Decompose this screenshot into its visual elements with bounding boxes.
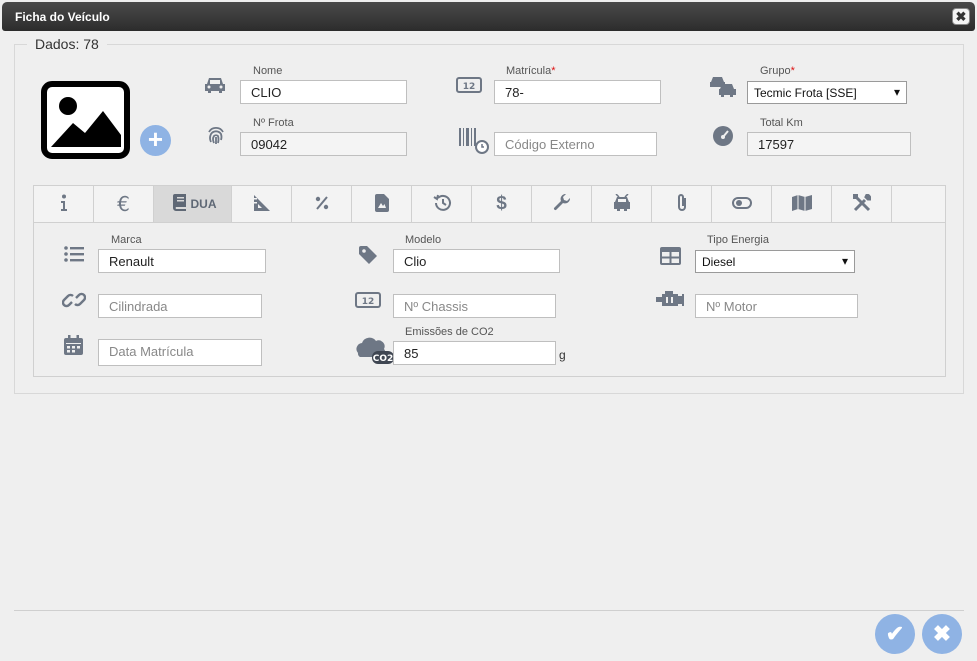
tab-history[interactable] — [412, 186, 472, 222]
tab-dimensions[interactable] — [232, 186, 292, 222]
barcode-clock-icon — [458, 127, 490, 155]
cilindrada-input[interactable]: Cilindrada — [98, 294, 262, 318]
n-frota-input[interactable]: 09042 — [240, 132, 407, 156]
emissoes-unit: g — [559, 348, 566, 362]
tab-map[interactable] — [772, 186, 832, 222]
emissoes-input[interactable]: 85 — [393, 341, 556, 365]
window-titlebar: Ficha do Veículo ✖ — [2, 2, 975, 31]
calendar-icon — [64, 335, 83, 355]
co2-cloud-icon: CO2 — [354, 335, 394, 365]
book-icon — [172, 194, 187, 214]
tab-document[interactable] — [352, 186, 412, 222]
modelo-input[interactable]: Clio — [393, 249, 560, 273]
tab-tools[interactable] — [832, 186, 892, 222]
tab-dollar[interactable]: $ — [472, 186, 532, 222]
plate-icon: 12 — [355, 292, 381, 308]
tab-toggle[interactable] — [712, 186, 772, 222]
tab-euro[interactable]: € — [94, 186, 154, 222]
matricula-input[interactable]: 78- — [494, 80, 661, 104]
paperclip-icon — [675, 193, 689, 216]
footer-divider — [14, 610, 964, 611]
tab-dua[interactable]: DUA — [154, 186, 232, 222]
tab-attachments[interactable] — [652, 186, 712, 222]
tag-icon — [359, 246, 378, 265]
link-icon — [62, 290, 86, 310]
matricula-label: Matrícula* — [506, 65, 556, 77]
tab-maintenance[interactable] — [532, 186, 592, 222]
tab-dua-label: DUA — [190, 197, 217, 211]
percent-icon — [315, 195, 329, 213]
map-icon — [791, 194, 812, 214]
dados-legend: Dados: 78 — [35, 36, 99, 52]
window-title: Ficha do Veículo — [15, 10, 110, 24]
nome-label: Nome — [253, 65, 283, 77]
close-icon: ✖ — [932, 621, 952, 646]
engine-icon — [656, 291, 684, 309]
list-icon — [64, 245, 84, 263]
speedometer-icon — [712, 125, 734, 147]
car-front-icon — [612, 192, 632, 215]
grupo-label: Grupo* — [760, 65, 795, 77]
plate-icon: 12 — [456, 77, 482, 93]
nome-input[interactable]: CLIO — [240, 80, 407, 104]
check-icon: ✔ — [885, 621, 905, 646]
wrench-icon — [553, 193, 571, 215]
grupo-selected-value: Tecmic Frota [SSE] — [754, 86, 857, 100]
svg-text:12: 12 — [362, 297, 375, 307]
svg-text:CO2: CO2 — [373, 354, 394, 364]
dollar-icon: $ — [496, 193, 507, 214]
tipo-energia-select[interactable]: Diesel ▾ — [695, 250, 855, 273]
euro-icon: € — [117, 192, 130, 216]
table-icon — [660, 247, 681, 265]
modelo-label: Modelo — [405, 234, 442, 246]
n-frota-label: Nº Frota — [253, 117, 294, 129]
codigo-externo-input[interactable]: Código Externo — [494, 132, 657, 156]
car-icon — [204, 76, 226, 94]
tipo-energia-selected-value: Diesel — [702, 255, 736, 269]
close-window-button[interactable]: ✖ — [952, 8, 970, 25]
cars-group-icon — [709, 75, 737, 97]
emissoes-label: Emissões de CO2 — [405, 326, 494, 338]
marca-label: Marca — [111, 234, 142, 246]
tab-percent[interactable] — [292, 186, 352, 222]
tipo-energia-label: Tipo Energia — [707, 234, 769, 246]
fingerprint-icon — [205, 124, 227, 146]
grupo-select[interactable]: Tecmic Frota [SSE] ▾ — [747, 81, 907, 104]
confirm-button[interactable]: ✔ — [875, 614, 915, 654]
toggle-icon — [731, 196, 752, 212]
ruler-triangle-icon — [253, 194, 271, 215]
tab-info[interactable] — [34, 186, 94, 222]
tools-icon — [852, 192, 871, 215]
info-icon — [59, 194, 69, 215]
chevron-down-icon: ▾ — [893, 85, 900, 99]
document-icon — [374, 193, 389, 215]
chevron-down-icon: ▾ — [841, 254, 848, 268]
image-placeholder-icon[interactable] — [41, 81, 130, 162]
n-chassis-input[interactable]: Nº Chassis — [393, 294, 556, 318]
history-icon — [432, 194, 452, 215]
tab-vehicle[interactable] — [592, 186, 652, 222]
n-motor-input[interactable]: Nº Motor — [695, 294, 858, 318]
data-matricula-input[interactable]: Data Matrícula — [98, 339, 262, 366]
cancel-button[interactable]: ✖ — [922, 614, 962, 654]
svg-text:12: 12 — [463, 82, 476, 92]
total-km-label: Total Km — [760, 117, 803, 129]
total-km-input[interactable]: 17597 — [747, 132, 911, 156]
add-photo-button[interactable]: + — [140, 125, 171, 156]
marca-input[interactable]: Renault — [98, 249, 266, 273]
tab-bar: € DUA $ — [33, 185, 946, 223]
